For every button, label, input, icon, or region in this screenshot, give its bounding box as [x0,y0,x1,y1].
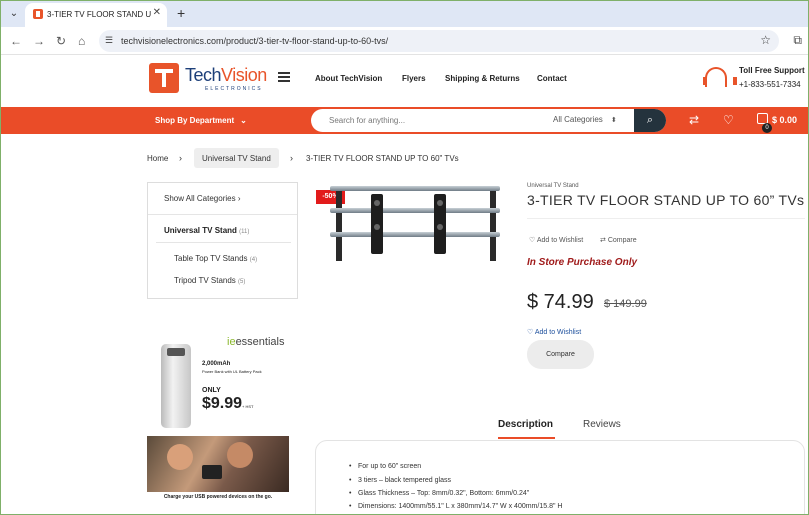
description-item: For up to 60" screen [349,463,421,470]
select-arrows-icon: ⬍ [610,117,617,124]
product-title: 3-TIER TV FLOOR STAND UP TO 60” TVs [527,192,805,208]
bookmark-star-icon[interactable]: ☆ [760,33,771,47]
subcategory-table-top[interactable]: Table Top TV Stands (4) [174,254,257,263]
headset-icon [703,67,737,87]
breadcrumb-product: 3-TIER TV FLOOR STAND UP TO 60" TVs [306,154,459,163]
show-all-categories[interactable]: Show All Categories › [164,194,241,203]
ad-brand: ieessentials [227,336,285,348]
heart-icon: ♡ [529,237,536,244]
compare-arrows-icon[interactable]: ⇄ [689,113,699,127]
chevron-right-icon: › [179,153,182,163]
availability-note: In Store Purchase Only [527,257,638,268]
power-bank-ad[interactable]: ieessentials 2,000mAh Power Bank with UL… [147,330,289,505]
search-button[interactable]: ⌕ [634,109,666,132]
compare-link[interactable]: ⇄ Compare [600,236,637,244]
add-to-wishlist-link-2[interactable]: ♡ Add to Wishlist [527,328,581,336]
divider [527,218,805,219]
support-phone: +1-833-551-7334 [739,80,801,89]
tab-title: 3-TIER TV FLOOR STAND UP TO 6 [47,10,151,19]
cart-total: $ 0.00 [772,115,798,125]
ad-photo-person [227,442,253,468]
back-icon[interactable]: ← [10,34,22,48]
breadcrumb-category[interactable]: Universal TV Stand [202,154,271,163]
divider [148,214,297,215]
divider [156,242,291,243]
logo-subtitle: ELECTRONICS [205,86,263,92]
stand-shelf-bottom [330,232,500,237]
active-tab-underline [498,437,555,439]
ad-price: $9.99+ HST [202,395,254,412]
ad-photo-phone [202,465,222,479]
description-item: 3 tiers – black tempered glass [349,477,451,484]
url-field[interactable]: ☰ techvisionelectronics.com/product/3-ti… [99,30,779,52]
site-favicon-icon [33,9,43,19]
tab-reviews[interactable]: Reviews [583,419,621,430]
search-icon: ⌕ [646,114,654,126]
chevron-down-icon: ⌄ [240,116,247,125]
category-box: Show All Categories › Universal TV Stand… [147,182,298,299]
site-info-icon[interactable]: ☰ [105,35,113,46]
shop-by-department-button[interactable]: Shop By Department ⌄ [155,116,247,125]
menu-hamburger-icon[interactable] [278,72,290,82]
home-icon[interactable]: ⌂ [78,34,85,48]
ad-capacity: 2,000mAh [202,361,231,367]
stand-shelf-top [330,186,500,191]
category-select[interactable]: All Categories ⬍ [553,115,617,124]
compare-button[interactable]: Compare [527,340,594,369]
search-input[interactable]: Search for anything... [329,116,405,125]
ad-photo-person [167,444,193,470]
support-label: Toll Free Support [739,66,805,75]
site-logo[interactable]: TechVision ELECTRONICS [149,63,269,97]
chevron-right-icon: › [290,153,293,163]
product-old-price: $ 149.99 [604,298,647,310]
power-bank-image [161,344,191,428]
subcategory-tripod[interactable]: Tripod TV Stands (5) [174,276,245,285]
stand-post [490,189,496,261]
extensions-icon[interactable]: ⧉ [793,33,802,48]
ad-only: ONLY [202,387,221,394]
heart-icon: ♡ [527,329,534,336]
description-item: Glass Thickness – Top: 8mm/0.32", Bottom… [349,490,529,497]
nav-about[interactable]: About TechVision [315,74,382,83]
nav-shipping-returns[interactable]: Shipping & Returns [445,74,520,83]
chevron-right-icon: › [237,194,241,203]
product-image[interactable]: -50% [316,186,506,268]
breadcrumb-home[interactable]: Home [147,154,168,163]
page: ⌄ 3-TIER TV FLOOR STAND UP TO 6 ✕ + ← → … [0,0,809,515]
description-item: Dimensions: 1400mm/55.1" L x 380mm/14.7"… [349,503,562,510]
search-bar: Search for anything... All Categories ⬍ ⌕ [311,109,666,132]
stand-post [336,189,342,261]
tab-description[interactable]: Description [498,419,553,430]
browser-tab[interactable]: 3-TIER TV FLOOR STAND UP TO 6 ✕ [25,3,167,27]
logo-name: TechVision [185,65,267,85]
nav-flyers[interactable]: Flyers [402,74,426,83]
address-bar-row: ← → ↻ ⌂ ☰ techvisionelectronics.com/prod… [1,27,808,55]
stand-shelf-middle [330,208,500,213]
ad-description: Power Bank with UL Battery Pack [202,369,262,374]
browser-tab-bar: ⌄ 3-TIER TV FLOOR STAND UP TO 6 ✕ + [1,1,808,27]
ad-caption: Charge your USB powered devices on the g… [163,494,273,500]
stand-front-bracket [434,194,446,254]
close-tab-icon[interactable]: ✕ [153,7,161,18]
reload-icon[interactable]: ↻ [56,34,66,48]
url-text: techvisionelectronics.com/product/3-tier… [121,36,389,46]
product-price: $ 74.99 [527,291,594,313]
wishlist-heart-icon[interactable]: ♡ [723,113,734,127]
tab-search-chevron-icon[interactable]: ⌄ [7,7,21,21]
stand-front-bracket [371,194,383,254]
cart-count-badge: 0 [762,123,772,133]
shop-label: Shop By Department [155,116,235,125]
logo-mark-icon [149,63,179,93]
toll-free-support[interactable]: Toll Free Support +1-833-551-7334 [703,65,805,95]
category-universal-tv-stand[interactable]: Universal TV Stand (11) [164,226,249,235]
nav-contact[interactable]: Contact [537,74,567,83]
compare-icon: ⇄ [600,237,606,244]
new-tab-icon[interactable]: + [177,5,185,21]
product-category-link[interactable]: Universal TV Stand [527,183,579,189]
add-to-wishlist-link[interactable]: ♡ Add to Wishlist [529,236,583,244]
cart-button[interactable]: 0 $ 0.00 [757,113,805,133]
department-bar: Shop By Department ⌄ Search for anything.… [1,107,808,134]
forward-icon[interactable]: → [33,34,45,48]
